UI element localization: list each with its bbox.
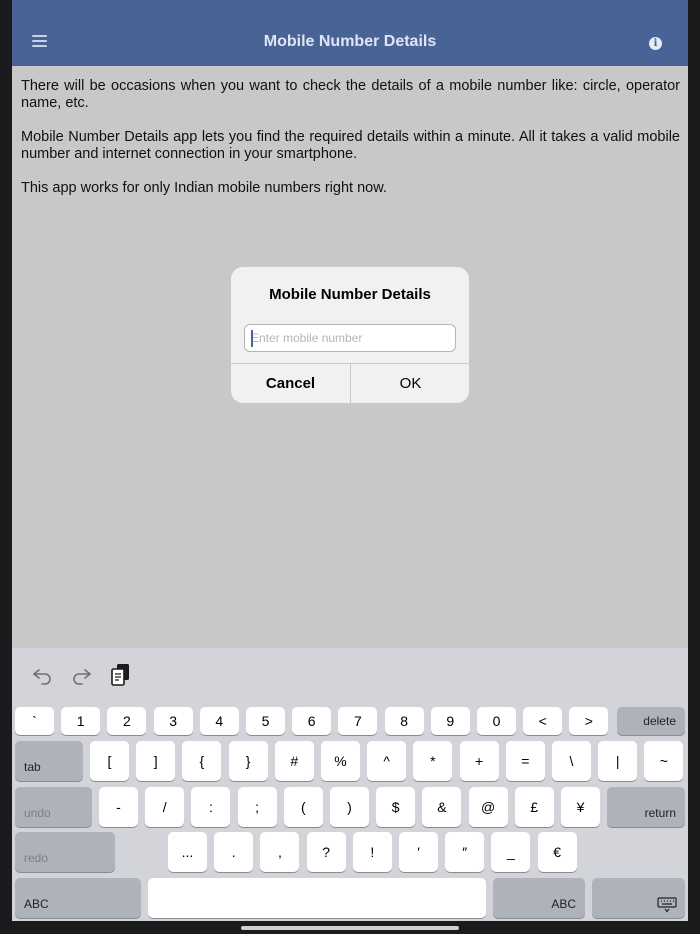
keyboard-key[interactable]: 6 bbox=[292, 707, 332, 735]
key-label: ABC bbox=[551, 897, 576, 911]
return-key[interactable]: return bbox=[607, 787, 685, 827]
keyboard-key[interactable]: 1 bbox=[61, 707, 101, 735]
keyboard-key[interactable]: & bbox=[422, 787, 462, 827]
dialog-title: Mobile Number Details bbox=[269, 286, 431, 303]
keyboard-key[interactable]: € bbox=[537, 832, 577, 872]
intro-paragraph: Mobile Number Details app lets you find … bbox=[21, 129, 680, 162]
keyboard-key[interactable]: ′ bbox=[399, 832, 438, 872]
keyboard-key[interactable]: ( bbox=[283, 787, 323, 827]
abc-key-left[interactable]: ABC bbox=[15, 878, 141, 918]
keyboard-key[interactable]: 8 bbox=[384, 707, 424, 735]
keyboard-key[interactable]: ? bbox=[306, 832, 346, 872]
keyboard-key[interactable]: ; bbox=[237, 787, 277, 827]
redo-arrow-icon[interactable] bbox=[70, 662, 94, 686]
keyboard-key[interactable]: , bbox=[260, 832, 300, 872]
keyboard-key[interactable]: £ bbox=[514, 787, 554, 827]
mobile-number-dialog: Mobile Number Details Cancel OK bbox=[231, 267, 469, 403]
home-indicator bbox=[241, 926, 459, 930]
keyboard-key[interactable]: ] bbox=[136, 741, 176, 781]
ok-button[interactable]: OK bbox=[351, 364, 469, 403]
redo-key[interactable]: redo bbox=[15, 832, 115, 872]
app-screen: Mobile Number Details i There will be oc… bbox=[12, 0, 688, 921]
keyboard-key[interactable]: / bbox=[145, 787, 185, 827]
info-icon[interactable]: i bbox=[649, 37, 662, 50]
keyboard-key[interactable]: > bbox=[569, 707, 609, 735]
abc-key-right[interactable]: ABC bbox=[493, 878, 585, 918]
cancel-button[interactable]: Cancel bbox=[231, 364, 350, 403]
key-label: delete bbox=[643, 714, 676, 728]
delete-key[interactable]: delete bbox=[617, 707, 685, 735]
keyboard-key[interactable]: = bbox=[505, 741, 545, 781]
keyboard-key[interactable]: } bbox=[228, 741, 268, 781]
keyboard-key[interactable]: \ bbox=[552, 741, 591, 781]
intro-text: There will be occasions when you want to… bbox=[21, 78, 680, 214]
undo-key[interactable]: undo bbox=[15, 787, 92, 827]
keyboard-key[interactable]: ″ bbox=[445, 832, 485, 872]
keyboard-key[interactable]: : bbox=[191, 787, 231, 827]
keyboard-key[interactable]: 7 bbox=[338, 707, 378, 735]
keyboard-key[interactable]: ... bbox=[168, 832, 207, 872]
keyboard-key[interactable]: 4 bbox=[199, 707, 239, 735]
keyboard-key[interactable]: 9 bbox=[430, 707, 470, 735]
intro-paragraph: There will be occasions when you want to… bbox=[21, 78, 680, 111]
keyboard-key[interactable]: # bbox=[274, 741, 314, 781]
space-bar[interactable] bbox=[148, 878, 486, 918]
key-label: tab bbox=[24, 760, 41, 774]
keyboard-key[interactable]: ^ bbox=[367, 741, 407, 781]
key-label: ABC bbox=[24, 897, 49, 911]
keyboard-key[interactable]: - bbox=[99, 787, 138, 827]
keyboard-key[interactable]: 3 bbox=[153, 707, 193, 735]
key-label: return bbox=[644, 806, 676, 820]
key-label: redo bbox=[24, 851, 49, 865]
keyboard-key[interactable]: % bbox=[321, 741, 360, 781]
keyboard-key[interactable]: $ bbox=[376, 787, 416, 827]
keyboard-key[interactable]: [ bbox=[90, 741, 129, 781]
key-label: undo bbox=[24, 806, 51, 820]
keyboard-key[interactable]: | bbox=[598, 741, 638, 781]
keyboard-key[interactable]: { bbox=[182, 741, 222, 781]
keyboard-key[interactable]: ` bbox=[15, 707, 54, 735]
mobile-number-input[interactable] bbox=[244, 324, 456, 352]
keyboard-key[interactable]: ¥ bbox=[561, 787, 600, 827]
keyboard-key[interactable]: ) bbox=[330, 787, 369, 827]
keyboard-key[interactable]: 5 bbox=[246, 707, 285, 735]
keyboard-key[interactable]: * bbox=[413, 741, 453, 781]
keyboard-key[interactable]: 2 bbox=[107, 707, 147, 735]
tab-key[interactable]: tab bbox=[15, 741, 83, 781]
keyboard-key[interactable]: < bbox=[523, 707, 563, 735]
clipboard-paste-icon[interactable] bbox=[109, 662, 133, 686]
undo-arrow-icon[interactable] bbox=[30, 662, 54, 686]
onscreen-keyboard: ` 1 2 3 4 5 6 7 8 9 0 < > delete tab []{} #% ^ * + = \ | ~ undo -… bbox=[12, 648, 688, 921]
app-header: Mobile Number Details i bbox=[12, 0, 688, 66]
keyboard-key[interactable]: ! bbox=[352, 832, 392, 872]
keyboard-key[interactable]: + bbox=[459, 741, 499, 781]
keyboard-key[interactable]: ~ bbox=[644, 741, 684, 781]
keyboard-key[interactable]: 0 bbox=[477, 707, 516, 735]
intro-paragraph: This app works for only Indian mobile nu… bbox=[21, 180, 387, 196]
keyboard-dismiss-icon[interactable] bbox=[592, 878, 685, 918]
keyboard-key[interactable]: . bbox=[214, 832, 254, 872]
keyboard-key[interactable]: @ bbox=[468, 787, 508, 827]
page-title: Mobile Number Details bbox=[263, 33, 437, 50]
keyboard-key[interactable]: _ bbox=[491, 832, 531, 872]
text-caret bbox=[251, 330, 253, 347]
